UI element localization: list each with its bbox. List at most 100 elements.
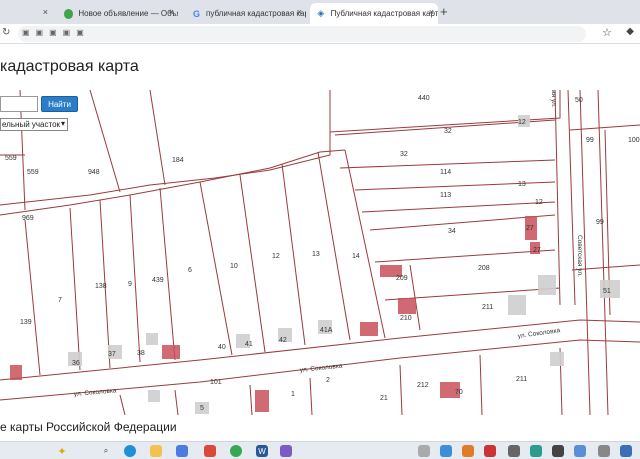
parcel-boundary [309,377,313,415]
chevron-down-icon: ▾ [60,119,65,128]
tab-title: публичная кадастровая карта [206,9,306,18]
building [162,345,180,359]
parcel-boundary [239,174,266,353]
tab-1[interactable]: × [0,3,52,24]
street-label: ул. Соколовка [299,363,343,374]
parcel-number: 51 [603,288,611,295]
parcel-number: 948 [88,169,100,176]
parcel-number: 14 [352,253,360,260]
parcel-number: 70 [455,389,463,396]
app-icon[interactable] [598,445,610,457]
parcel-number: 100 [628,137,640,144]
parcel-number: 212 [417,382,429,389]
parcel-number: 9 [128,281,132,288]
parcel-number: 559 [27,169,39,176]
taskbar: ✦ ⌕ W [0,441,640,459]
close-icon[interactable]: × [429,7,434,17]
parcel-number: 101 [210,379,222,386]
building [255,390,269,412]
url-field[interactable]: ▣▣▣▣▣ [18,26,586,42]
parcel-number: 139 [20,319,32,326]
extension-icon[interactable]: ◆ [626,26,634,37]
parcel-layer[interactable]: 440 50 32 99 100 32 114 13 12 113 12 184… [0,90,640,415]
search-button[interactable]: Найти [41,96,78,112]
tab-4[interactable]: ◈ Публичная кадастровая карта × [310,3,438,24]
parcel-number: 7 [58,297,62,304]
close-icon[interactable]: × [169,7,174,17]
cadastral-map[interactable]: 440 50 32 99 100 32 114 13 12 113 12 184… [0,90,640,415]
parcel-number: 32 [444,128,452,135]
parcel-number: 210 [400,315,412,322]
app-icon[interactable] [440,445,452,457]
parcel-boundary [281,163,306,346]
parcel-number: 13 [312,251,320,258]
search-icon[interactable]: ⌕ [100,445,112,457]
outbuilding [508,295,526,315]
parcel-number: 36 [72,360,80,367]
street-label: Советская ул. [576,235,583,277]
app-icon[interactable] [462,445,474,457]
explorer-icon[interactable] [150,445,162,457]
map-icon: ◈ [317,8,325,18]
street-boundary [597,90,609,415]
parcel-number: 27 [526,225,534,232]
app-icon[interactable] [508,445,520,457]
app-icon[interactable] [204,445,216,457]
tab-3[interactable]: G публичная кадастровая карта × [186,3,306,24]
parcel-boundary [199,181,233,356]
parcel-number: 6 [188,267,192,274]
parcel-number: 38 [137,350,145,357]
app-icon[interactable] [418,445,430,457]
close-icon[interactable]: × [43,7,48,17]
parcel-boundary [554,90,561,306]
outbuilding [538,275,556,295]
parcel-number: 440 [418,95,430,102]
close-icon[interactable]: × [297,7,302,17]
object-type-select[interactable]: ельный участок ▾ [0,118,68,131]
parcel-boundary [24,219,41,376]
parcel-boundary [567,90,576,306]
tab-title: Публичная кадастровая карта [330,9,438,18]
parcel-number: 211 [482,304,493,311]
app-icon[interactable] [530,445,542,457]
parcel-number: 138 [95,283,107,290]
street-label: ул. Соколовка [517,327,561,340]
parcel-number: 5 [200,405,204,412]
new-tab-button[interactable]: + [440,4,448,19]
page-title: кадастровая карта [0,58,139,75]
app-icon[interactable] [484,445,496,457]
building [398,298,416,314]
star-icon[interactable]: ☆ [602,26,612,39]
street-label: ая ул. [550,90,557,108]
parcel-boundary [249,384,253,415]
parcel-number: 41 [245,341,253,348]
photos-icon[interactable] [280,445,292,457]
parcel-boundary [119,394,126,415]
parcel-number: 559 [5,155,17,162]
chrome-icon[interactable] [230,445,242,457]
search-input[interactable] [0,96,38,112]
parcel-number: 12 [535,199,543,206]
word-icon[interactable]: W [256,445,268,457]
parcel-number: 969 [22,215,34,222]
parcel-number: 211 [516,376,527,383]
store-icon[interactable] [176,445,188,457]
parcel-number: 439 [152,277,164,284]
building [10,365,22,380]
parcel-number: 12 [518,119,526,126]
app-icon[interactable] [552,445,564,457]
tab-title: Новое объявление — Объяв [78,9,178,18]
parcel-boundary [174,389,179,415]
parcel-number: 99 [596,219,604,226]
parcel-number: 32 [400,151,408,158]
reload-icon[interactable]: ↻ [2,27,10,38]
app-icon[interactable] [620,445,632,457]
parcel-boundary [149,90,166,186]
parcel-number: 41A [320,327,333,334]
app-icon[interactable] [574,445,586,457]
widgets-icon[interactable]: ✦ [56,445,68,458]
parcel-boundary [129,194,141,363]
tab-2[interactable]: Новое объявление — Объяв × [58,3,178,24]
edge-icon[interactable] [124,445,136,457]
parcel-boundary [159,187,176,361]
